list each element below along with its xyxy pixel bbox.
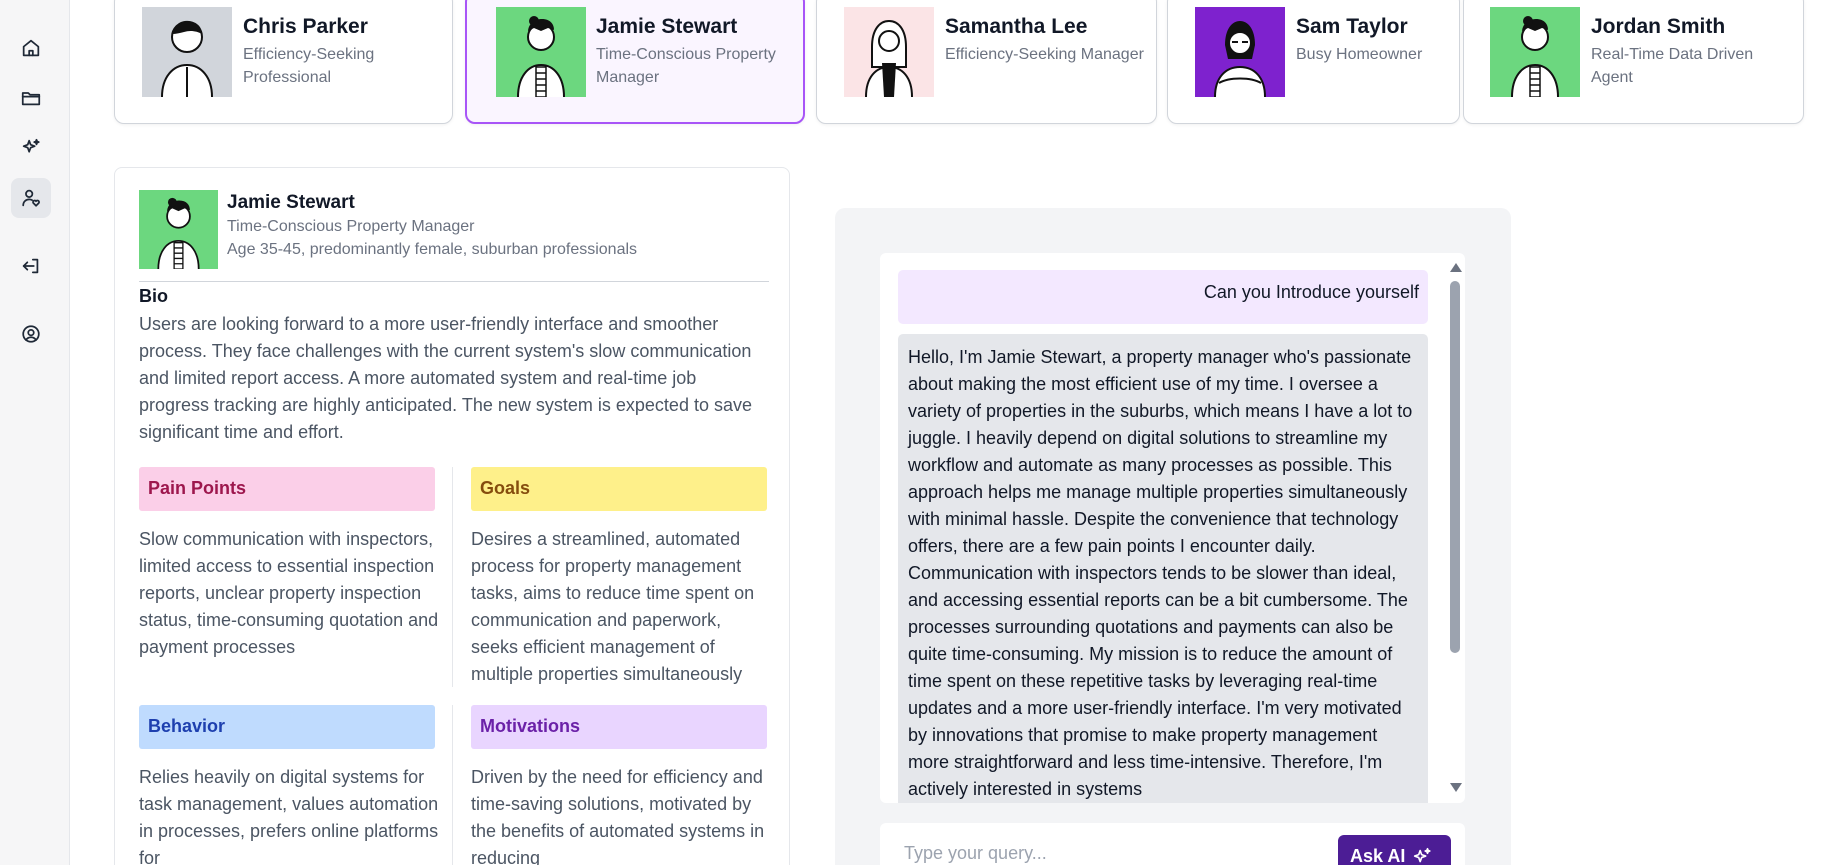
persona-name: Sam Taylor — [1296, 15, 1408, 38]
chat-messages[interactable]: Can you Introduce yourself Hello, I'm Ja… — [880, 253, 1465, 803]
ask-ai-label: Ask AI — [1350, 846, 1406, 865]
nav-home[interactable] — [11, 28, 51, 68]
motivations-text: Driven by the need for efficiency and ti… — [471, 767, 765, 865]
home-icon — [22, 39, 40, 57]
motivations-heading: Motivations — [471, 705, 767, 749]
account-circle-icon — [22, 325, 40, 343]
user-message: Can you Introduce yourself — [898, 270, 1428, 324]
bio-text: Users are looking forward to a more user… — [139, 314, 752, 442]
persona-avatar — [1490, 7, 1580, 97]
persona-role: Time-Conscious Property Manager — [596, 46, 776, 86]
nav-ai[interactable] — [11, 128, 51, 168]
persona-avatar — [496, 7, 586, 97]
persona-card-chris-parker[interactable]: Chris Parker Efficiency-Seeking Professi… — [114, 0, 453, 124]
persona-name: Samantha Lee — [945, 15, 1088, 38]
persona-role: Efficiency-Seeking Manager — [945, 46, 1144, 63]
persona-card-sam-taylor[interactable]: Sam Taylor Busy Homeowner — [1167, 0, 1460, 124]
nav-folder[interactable] — [11, 78, 51, 118]
chat-input-bar: Ask AI — [880, 823, 1465, 865]
persona-avatar — [844, 7, 934, 97]
persona-card-jordan-smith[interactable]: Jordan Smith Real-Time Data Driven Agent — [1463, 0, 1804, 124]
persona-name: Jordan Smith — [1591, 15, 1726, 38]
divider — [139, 281, 769, 282]
chat-scrollbar[interactable] — [1445, 253, 1465, 803]
persona-avatar — [142, 7, 232, 97]
scroll-thumb[interactable] — [1450, 281, 1460, 653]
persona-detail-panel: Jamie Stewart Time-Conscious Property Ma… — [114, 167, 790, 865]
goals-text: Desires a streamlined, automated process… — [471, 529, 755, 684]
persona-detail-role: Time-Conscious Property Manager — [227, 218, 475, 235]
ai-message: Hello, I'm Jamie Stewart, a property man… — [898, 334, 1428, 803]
behavior-text: Relies heavily on digital systems for ta… — [139, 767, 439, 865]
scroll-down-arrow-icon[interactable] — [1450, 783, 1462, 792]
folder-icon — [21, 92, 41, 106]
scroll-up-arrow-icon[interactable] — [1450, 263, 1462, 272]
nav-personas[interactable] — [11, 178, 51, 218]
user-heart-icon — [22, 189, 40, 207]
persona-name: Chris Parker — [243, 15, 368, 38]
column-divider — [452, 705, 453, 865]
column-divider — [452, 467, 453, 687]
sparkles-icon — [22, 138, 40, 153]
pain-points-heading: Pain Points — [139, 467, 435, 511]
persona-avatar — [1195, 7, 1285, 97]
ask-ai-button[interactable]: Ask AI — [1338, 835, 1451, 865]
bio-heading: Bio — [139, 286, 168, 306]
persona-role: Efficiency-Seeking Professional — [243, 46, 375, 86]
sidebar — [0, 0, 70, 865]
goals-heading: Goals — [471, 467, 767, 511]
chat-panel: Can you Introduce yourself Hello, I'm Ja… — [835, 208, 1511, 865]
sparkles-icon — [1414, 847, 1431, 863]
logout-icon — [22, 258, 39, 274]
persona-name: Jamie Stewart — [596, 15, 738, 38]
persona-detail-name: Jamie Stewart — [227, 192, 355, 213]
persona-card-jamie-stewart[interactable]: Jamie Stewart Time-Conscious Property Ma… — [465, 0, 805, 124]
pain-points-text: Slow communication with inspectors, limi… — [139, 529, 439, 657]
persona-demographic: Age 35-45, predominantly female, suburba… — [227, 241, 638, 258]
behavior-heading: Behavior — [139, 705, 435, 749]
query-input[interactable] — [880, 823, 1340, 865]
persona-detail-avatar — [139, 190, 218, 269]
persona-role: Busy Homeowner — [1296, 46, 1423, 63]
persona-role: Real-Time Data Driven Agent — [1591, 46, 1754, 86]
persona-card-samantha-lee[interactable]: Samantha Lee Efficiency-Seeking Manager — [816, 0, 1157, 124]
nav-account[interactable] — [11, 314, 51, 354]
nav-logout[interactable] — [11, 246, 51, 286]
